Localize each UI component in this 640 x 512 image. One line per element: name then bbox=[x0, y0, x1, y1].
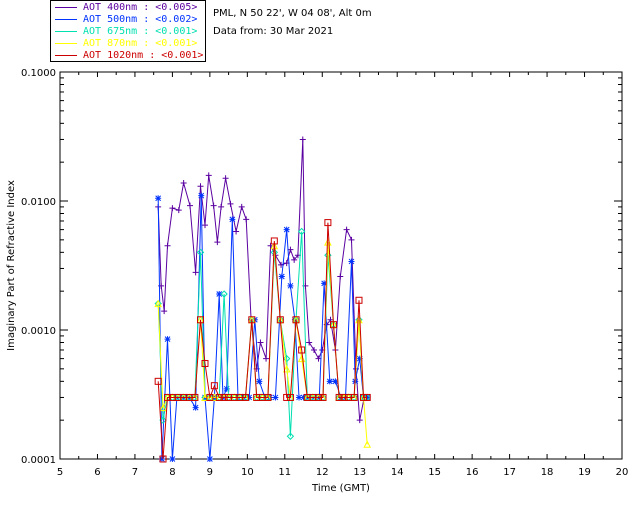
data-point bbox=[222, 175, 229, 182]
y-tick-label: 0.0100 bbox=[21, 197, 56, 208]
y-tick-label: 0.1000 bbox=[21, 68, 56, 79]
legend-item-500nm: AOT 500nm : <0.002> bbox=[55, 14, 197, 26]
series-line-2 bbox=[157, 231, 368, 437]
data-point bbox=[164, 336, 171, 343]
data-point bbox=[198, 192, 205, 199]
data-point bbox=[348, 236, 355, 243]
data-point bbox=[187, 202, 194, 209]
x-tick-label: 18 bbox=[541, 467, 554, 478]
x-tick-label: 19 bbox=[578, 467, 591, 478]
data-point bbox=[210, 202, 217, 209]
legend-item-1020nm: AOT 1020nm : <0.001> bbox=[55, 50, 203, 62]
data-point bbox=[272, 394, 279, 401]
legend-label: AOT 400nm : <0.005> bbox=[83, 2, 198, 13]
legend-item-400nm: AOT 400nm : <0.005> bbox=[55, 2, 197, 14]
x-tick-label: 6 bbox=[94, 467, 100, 478]
data-point bbox=[343, 226, 350, 233]
legend-swatch bbox=[55, 42, 77, 44]
series-line-0 bbox=[157, 139, 365, 421]
data-point bbox=[206, 456, 213, 462]
data-point bbox=[218, 203, 225, 210]
data-point bbox=[233, 228, 240, 235]
data-point bbox=[192, 404, 199, 411]
x-axis-label: Time (GMT) bbox=[311, 483, 370, 494]
data-point bbox=[356, 417, 363, 424]
data-point bbox=[299, 136, 306, 143]
data-point bbox=[180, 179, 187, 186]
legend-label: AOT 500nm : <0.002> bbox=[83, 14, 198, 25]
date-text: Data from: 30 Mar 2021 bbox=[213, 26, 334, 37]
data-point bbox=[243, 216, 250, 223]
data-point bbox=[175, 207, 182, 214]
legend-swatch bbox=[55, 18, 77, 20]
data-point bbox=[161, 308, 168, 315]
data-point bbox=[337, 273, 344, 280]
data-point bbox=[311, 346, 318, 353]
data-point bbox=[306, 339, 313, 346]
data-point bbox=[278, 273, 285, 280]
data-point bbox=[238, 203, 245, 210]
legend: AOT 400nm : <0.005> AOT 500nm : <0.002> … bbox=[50, 0, 206, 62]
legend-item-870nm: AOT 870nm : <0.001> bbox=[55, 38, 197, 50]
data-point bbox=[256, 378, 263, 385]
legend-label: AOT 675nm : <0.001> bbox=[83, 26, 198, 37]
chart: 5 6 7 8 9 10 11 12 13 14 15 16 17 18 19 20 0.0001 0.0010 0… bbox=[6, 68, 629, 494]
data-point bbox=[214, 239, 221, 246]
data-point bbox=[223, 385, 230, 392]
y-tick-label: 0.0010 bbox=[21, 326, 56, 337]
legend-swatch bbox=[55, 54, 77, 56]
data-point bbox=[205, 172, 212, 179]
data-point bbox=[257, 339, 264, 346]
legend-label: AOT 1020nm : <0.001> bbox=[83, 50, 204, 61]
data-point bbox=[169, 205, 176, 212]
data-point bbox=[348, 258, 355, 265]
location-text: PML, N 50 22', W 04 08', Alt 0m bbox=[213, 8, 372, 19]
legend-label: AOT 870nm : <0.001> bbox=[83, 38, 198, 49]
data-point bbox=[164, 242, 171, 249]
x-tick-label: 5 bbox=[57, 467, 63, 478]
legend-swatch bbox=[55, 6, 77, 8]
x-tick-label: 16 bbox=[466, 467, 479, 478]
y-tick-label: 0.0001 bbox=[21, 455, 56, 466]
data-point bbox=[197, 183, 204, 190]
x-tick-label: 10 bbox=[241, 467, 254, 478]
x-tick-label: 15 bbox=[428, 467, 441, 478]
x-tick-label: 14 bbox=[391, 467, 404, 478]
x-tick-label: 20 bbox=[616, 467, 629, 478]
y-axis-label: Imaginary Part of Refractive Index bbox=[6, 180, 17, 351]
data-point bbox=[363, 440, 372, 448]
x-tick-label: 9 bbox=[207, 467, 213, 478]
x-tick-label: 12 bbox=[316, 467, 329, 478]
legend-item-675nm: AOT 675nm : <0.001> bbox=[55, 26, 197, 38]
data-point bbox=[169, 456, 176, 462]
data-point bbox=[155, 195, 162, 202]
data-point bbox=[326, 378, 333, 385]
data-point bbox=[229, 216, 236, 223]
data-point bbox=[283, 226, 290, 233]
data-point bbox=[287, 282, 294, 289]
x-tick-label: 13 bbox=[353, 467, 366, 478]
data-point bbox=[201, 222, 208, 229]
x-tick-label: 8 bbox=[169, 467, 175, 478]
x-tick-label: 7 bbox=[132, 467, 138, 478]
data-point bbox=[192, 269, 199, 276]
x-tick-label: 17 bbox=[503, 467, 516, 478]
data-point bbox=[227, 200, 234, 207]
data-point bbox=[263, 355, 270, 362]
x-tick-label: 11 bbox=[278, 467, 291, 478]
legend-swatch bbox=[55, 30, 77, 32]
